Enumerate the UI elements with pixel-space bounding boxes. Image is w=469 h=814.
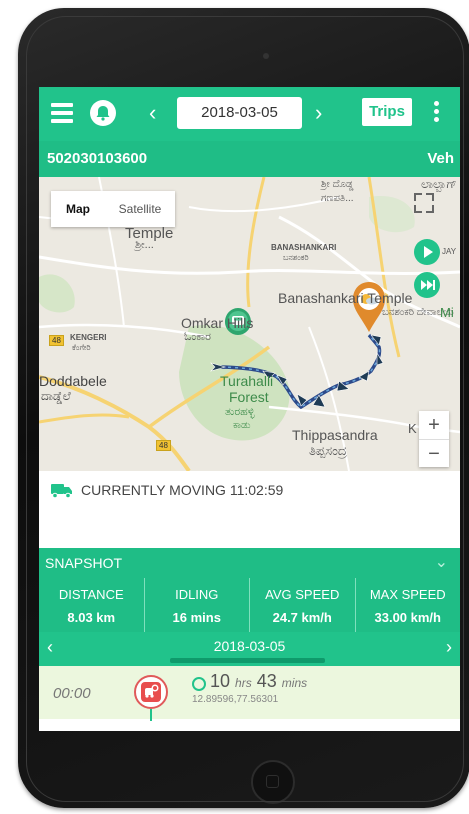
map-label-temple-local: ಶ್ರೀ... [135, 239, 154, 251]
bell-icon[interactable] [90, 100, 116, 126]
map-label-omkar: Omkar Hills [181, 315, 254, 331]
stat-label: IDLING [175, 587, 219, 602]
zoom-control: + − [419, 411, 449, 467]
stat-avg-speed: AVG SPEED 24.7 km/h [249, 578, 355, 632]
route-48-badge-2: 48 [156, 440, 171, 451]
vehicle-id: 502030103600 [47, 150, 148, 167]
app-screen: ‹ 2018-03-05 › Trips 502030103600 Veh Ma… [39, 87, 460, 731]
trip-start-time: 00:00 [53, 685, 91, 702]
map-type-map-button[interactable]: Map [51, 191, 105, 227]
duration-hours: 10 [210, 671, 231, 691]
fast-forward-icon[interactable] [414, 272, 440, 298]
map-type-control: Map Satellite [51, 191, 175, 227]
stat-label: DISTANCE [58, 587, 124, 602]
truck-icon [51, 484, 73, 499]
stat-label: AVG SPEED [265, 587, 340, 602]
trips-button[interactable]: Trips [362, 98, 412, 126]
play-icon[interactable] [414, 239, 440, 265]
next-date-button[interactable]: › [315, 100, 322, 126]
map-label-banashankari-temple: Banashankari Temple [278, 290, 413, 306]
stat-value: 16 mins [172, 610, 221, 625]
stat-distance: DISTANCE 8.03 km [39, 578, 144, 632]
status-panel: CURRENTLY MOVING 11:02:59 [39, 471, 460, 545]
map-view[interactable]: Map Satellite Temple ಶ್ರೀ... BANASHANKAR… [39, 177, 460, 471]
map-label-doddabele: Doddabele [39, 373, 107, 389]
stat-label: MAX SPEED [369, 587, 446, 602]
map-label-thippasandra: Thippasandra [292, 427, 378, 443]
duration-hours-unit: hrs [235, 676, 252, 690]
map-label-thippasandra-local: ತಿಪ್ಪಸಂದ್ರ [309, 443, 347, 458]
current-status-text: CURRENTLY MOVING 11:02:59 [81, 482, 284, 498]
map-label-doddabele-local: ದಾಡ್ಡೆಲೆ [41, 389, 71, 403]
map-label-turahalli: Turahalli [220, 373, 274, 389]
list-item[interactable]: 00:00 10 hrs 43 mins 12.89596,77.56301 [39, 666, 460, 721]
map-label-omkar-local: ಓಂಕಾರ [184, 331, 211, 343]
stat-idling: IDLING 16 mins [143, 578, 250, 632]
stat-max-speed: MAX SPEED 33.00 km/h [354, 578, 461, 632]
date-selector[interactable]: 2018-03-05 [177, 97, 302, 129]
map-label-mini: Mi [440, 305, 454, 320]
snapshot-label: SNAPSHOT [45, 555, 123, 571]
stat-value: 8.03 km [67, 610, 116, 625]
parking-icon [134, 675, 168, 709]
more-options-icon[interactable] [434, 101, 440, 125]
duration-mins: 43 [256, 671, 277, 691]
zoom-out-button[interactable]: − [419, 439, 449, 468]
map-label-banashankari-local: ಬನಶಂಕರಿ [283, 253, 309, 262]
top-toolbar: ‹ 2018-03-05 › Trips [39, 87, 460, 141]
trip-coordinates: 12.89596,77.56301 [192, 694, 279, 705]
timeline-scrollbar[interactable] [170, 658, 325, 663]
map-label-top-right: ಲಾಲ್ಬಾಗ್ [421, 177, 457, 191]
vehicle-label: Veh [427, 150, 454, 167]
duration-mins-unit: mins [281, 676, 308, 690]
map-label-banashankari: BANASHANKARI [271, 243, 337, 252]
map-label-kengeri: KENGERI [70, 333, 107, 342]
camera [263, 53, 269, 59]
zoom-in-button[interactable]: + [419, 411, 449, 439]
stat-value: 33.00 km/h [374, 610, 442, 625]
map-label-forest-local-2: ಕಾಡು [233, 420, 251, 431]
home-button[interactable] [251, 760, 295, 804]
trip-duration: 10 hrs 43 mins [210, 671, 307, 692]
timeline-connector [150, 709, 152, 721]
map-label-ja: JAY [442, 247, 457, 256]
clock-icon [192, 677, 206, 691]
route-48-badge: 48 [49, 335, 64, 346]
map-type-satellite-button[interactable]: Satellite [107, 191, 173, 227]
timeline-date: 2018-03-05 [213, 638, 286, 654]
map-label-forest-local: ತುರಹಳ್ಳಿ [225, 406, 255, 418]
vehicle-bar: 502030103600 Veh [39, 141, 460, 177]
map-label-forest: Forest [229, 389, 269, 405]
map-label-ganapathi-local-2: ಗಣಪತಿ... [321, 193, 354, 204]
map-label-kengeri-local: ಕೆಂಗೇರಿ [72, 343, 91, 352]
fullscreen-icon[interactable] [414, 193, 434, 213]
map-label-k: K [408, 421, 417, 436]
timeline-date-bar: ‹ 2018-03-05 › [39, 632, 460, 666]
hamburger-menu-icon[interactable] [51, 103, 73, 123]
map-label-ganapathi-local: ಶ್ರೀ ದೊಡ್ಡ [321, 179, 354, 190]
snapshot-stats: DISTANCE 8.03 km IDLING 16 mins AVG SPEE… [39, 578, 460, 632]
stat-value: 24.7 km/h [272, 610, 332, 625]
snapshot-header[interactable]: SNAPSHOT ⌄ [39, 548, 460, 578]
previous-date-button[interactable]: ‹ [149, 100, 156, 126]
timeline-next-button[interactable]: › [446, 637, 452, 658]
chevron-down-icon[interactable]: ⌄ [435, 552, 448, 572]
